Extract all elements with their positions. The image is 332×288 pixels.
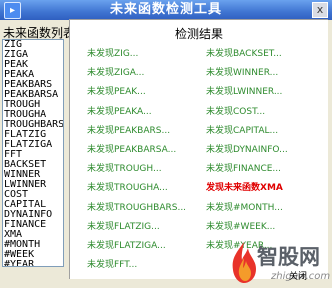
result-row: 未发现ZIG... [87, 49, 139, 59]
result-row: 未发现TROUGHBARS... [87, 203, 187, 213]
result-row: 未发现#WEEK... [206, 222, 276, 232]
flame-icon [232, 242, 256, 283]
result-row: 未发现PEAKBARS... [87, 126, 171, 136]
results-title: 检测结果 [174, 27, 223, 41]
result-row: 未发现FLATZIG... [87, 222, 160, 232]
result-row: 未发现FLATZIGA... [87, 241, 166, 251]
result-row: 未发现CAPITAL... [206, 126, 279, 136]
result-row: 未发现PEAKA... [87, 107, 152, 117]
result-row: 未发现#MONTH... [206, 203, 283, 213]
result-row: 未发现WINNER... [206, 68, 279, 78]
logo-text: 智股网 [257, 245, 320, 269]
result-row: 未发现LWINNER... [206, 87, 283, 97]
site-logo: 智股网 zhiguw.com [229, 240, 332, 288]
window-title: 未来函数检测工具 [109, 2, 222, 17]
result-row: 未发现TROUGH... [87, 164, 162, 174]
result-row: 未发现COST... [206, 107, 266, 117]
title-bar: ▸ 未来函数检测工具 x [0, 0, 332, 20]
result-row: 未发现FINANCE... [206, 164, 282, 174]
result-row-warning: 发现未来函数XMA [206, 183, 283, 193]
result-row: 未发现TROUGHA... [87, 183, 168, 193]
close-button[interactable]: 关闭 [289, 269, 307, 282]
list-item[interactable]: #YEAR [3, 260, 63, 267]
function-list[interactable]: ZIG ZIGA PEAK PEAKA PEAKBARS PEAKBARSA TROUGH T… [2, 39, 64, 267]
result-row: 未发现PEAK... [87, 87, 146, 97]
result-row: 未发现DYNAINFO... [206, 145, 288, 155]
result-row: 未发现FFT... [87, 260, 138, 270]
result-row: 未发现PEAKBARSA... [87, 145, 177, 155]
result-row: 未发现BACKSET... [206, 49, 282, 59]
close-icon[interactable]: x [312, 2, 328, 18]
result-row: 未发现ZIGA... [87, 68, 145, 78]
